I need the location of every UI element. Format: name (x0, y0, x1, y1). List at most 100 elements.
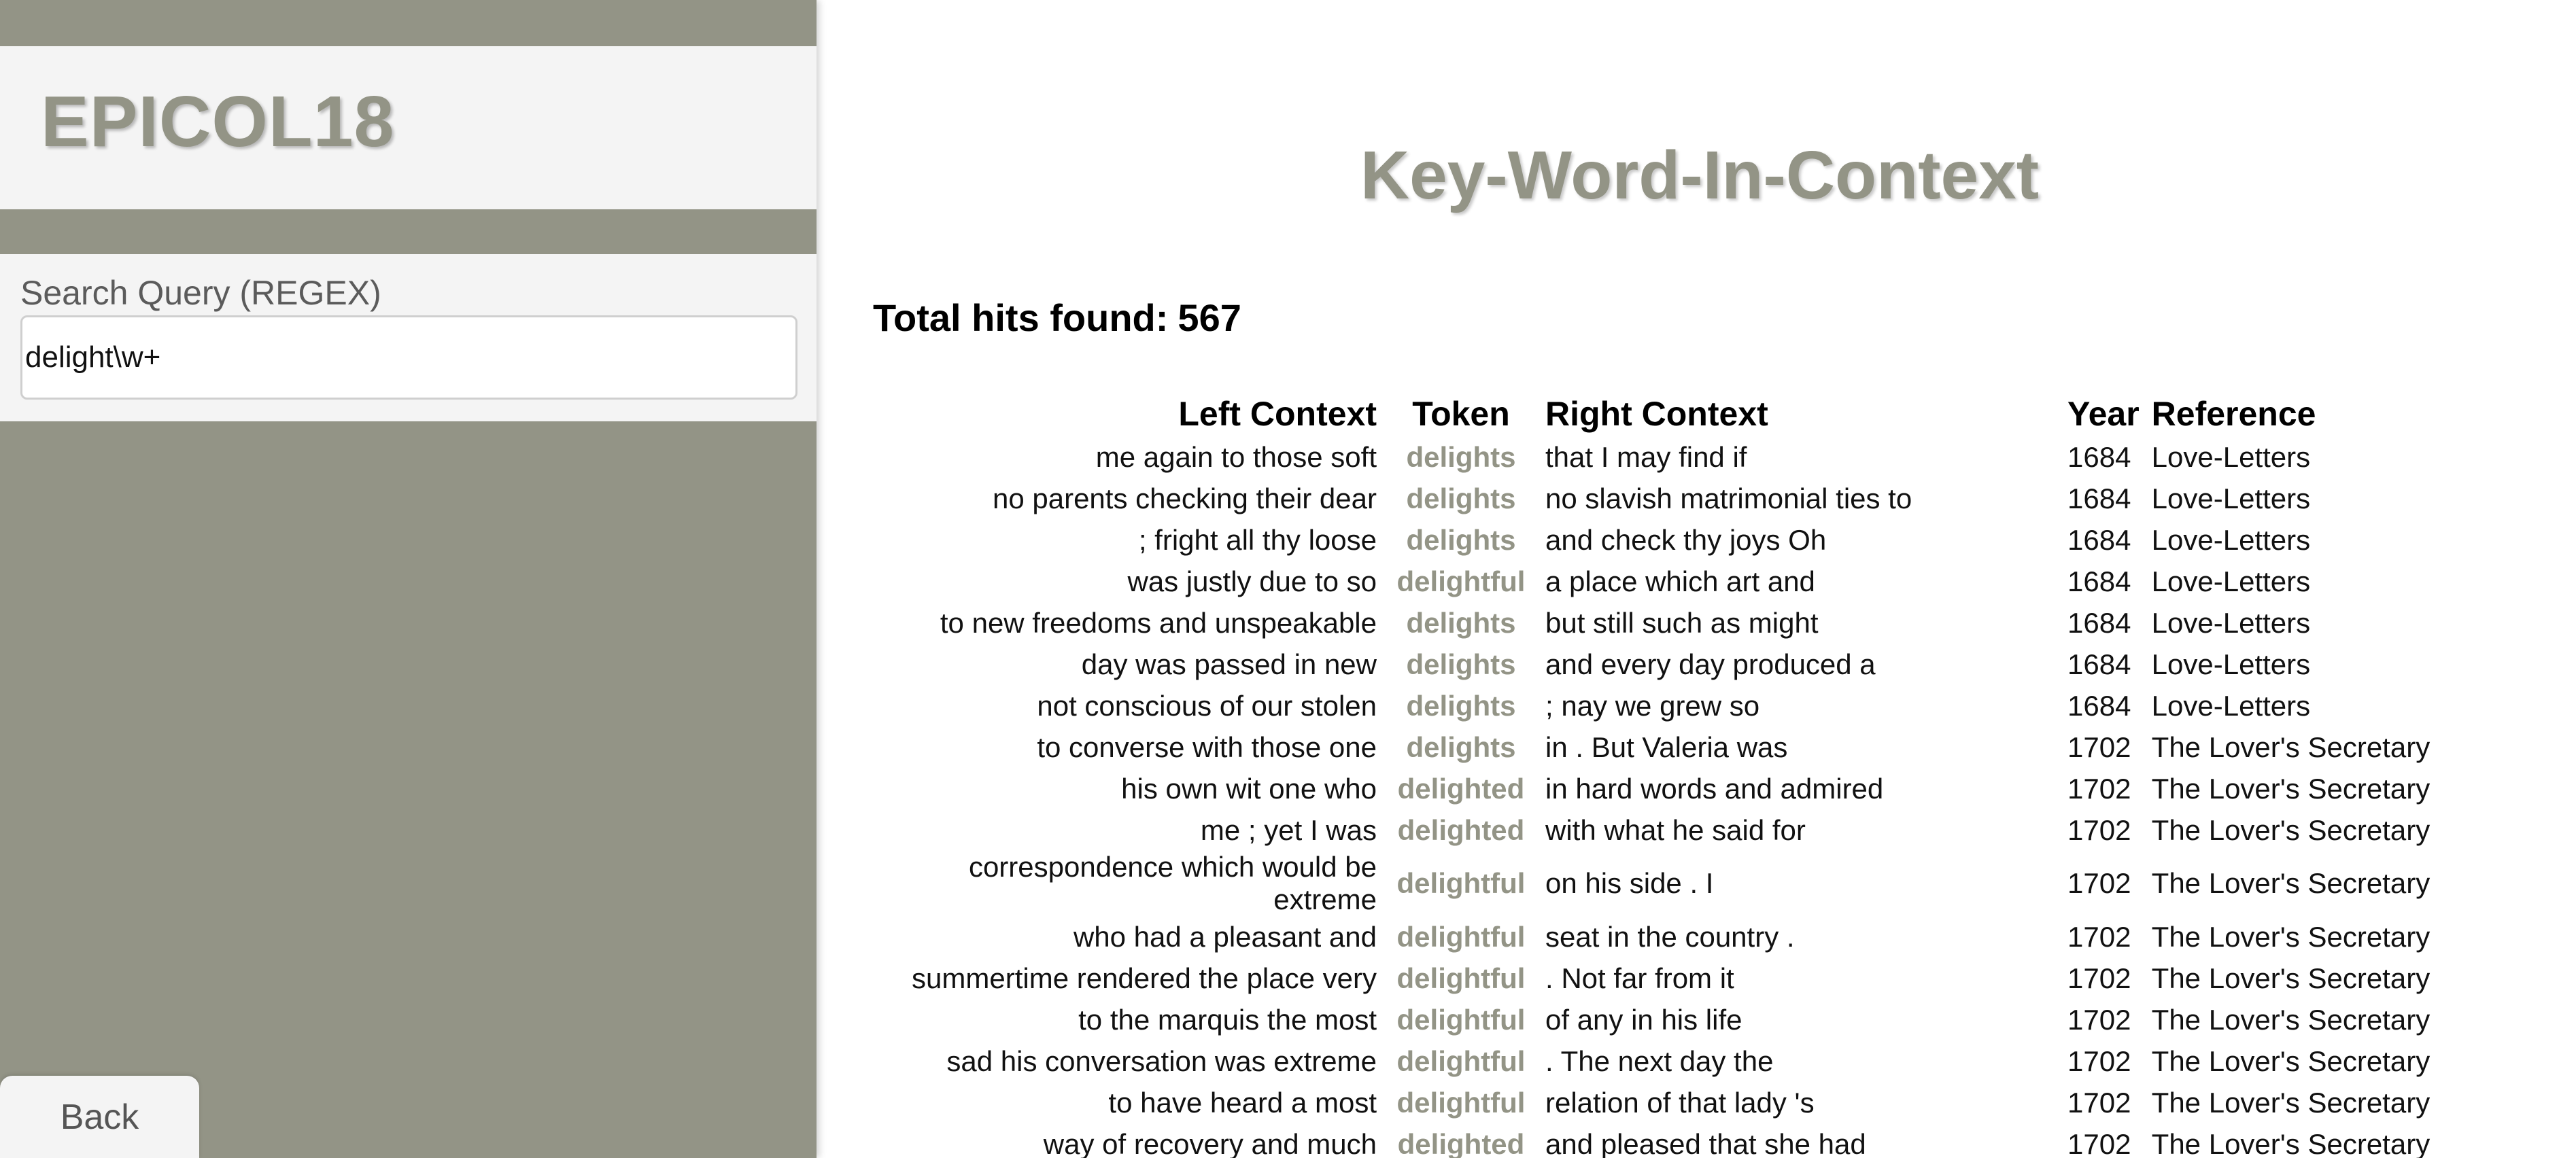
reference-cell: Love-Letters (2151, 482, 2311, 514)
header-year: Year (2067, 395, 2140, 433)
back-button[interactable]: Back (0, 1076, 199, 1158)
left-context-cell: to the marquis the most (1078, 1003, 1377, 1036)
year-cell: 1684 (2067, 689, 2131, 722)
left-context-cell: me ; yet I was (1200, 813, 1377, 846)
token-cell: delights (1406, 482, 1516, 514)
left-context-cell: to have heard a most (1108, 1086, 1377, 1119)
kwic-table: Left Context Token Right Context Year Re… (898, 385, 2501, 1158)
reference-cell: Love-Letters (2151, 440, 2311, 473)
right-context-cell: . Not far from it (1545, 962, 1734, 994)
kwic-table-body: me again to those soft delights that I may… (898, 436, 2501, 1158)
right-context-cell: no slavish matrimonial ties to (1545, 482, 1912, 514)
reference-cell: The Lover's Secretary (2151, 731, 2431, 763)
right-context-cell: in hard words and admired (1545, 772, 1884, 805)
table-row: to have heard a most delightful relation o… (898, 1082, 2501, 1123)
year-cell: 1702 (2067, 731, 2131, 763)
search-query-label: Search Query (REGEX) (20, 274, 381, 312)
reference-cell: The Lover's Secretary (2151, 962, 2431, 994)
reference-cell: Love-Letters (2151, 523, 2311, 556)
header-left-context: Left Context (1178, 395, 1377, 433)
right-context-cell: of any in his life (1545, 1003, 1742, 1036)
app-window: EPICOL18 Search Query (REGEX) Back Key-W… (0, 0, 2576, 1158)
table-row: who had a pleasant and delightful seat in … (898, 916, 2501, 958)
token-cell: delights (1406, 606, 1516, 639)
left-context-cell: sad his conversation was extreme (946, 1045, 1377, 1077)
year-cell: 1702 (2067, 962, 2131, 994)
reference-cell: The Lover's Secretary (2151, 772, 2431, 805)
year-cell: 1684 (2067, 523, 2131, 556)
right-context-cell: and every day produced a (1545, 648, 1876, 680)
total-hits-label: Total hits found: (873, 296, 1169, 339)
sidebar: EPICOL18 Search Query (REGEX) Back (0, 0, 817, 1158)
table-row: was justly due to so delightful a place wh… (898, 561, 2501, 602)
left-context-cell: correspondence which would be extreme (968, 851, 1377, 915)
year-cell: 1702 (2067, 867, 2131, 899)
year-cell: 1684 (2067, 606, 2131, 639)
token-cell: delightful (1396, 867, 1526, 899)
year-cell: 1702 (2067, 1086, 2131, 1119)
year-cell: 1702 (2067, 772, 2131, 805)
year-cell: 1702 (2067, 813, 2131, 846)
token-cell: delights (1406, 648, 1516, 680)
token-cell: delighted (1397, 1127, 1525, 1158)
reference-cell: Love-Letters (2151, 606, 2311, 639)
left-context-cell: ; fright all thy loose (1138, 523, 1377, 556)
right-context-cell: that I may find if (1545, 440, 1747, 473)
right-context-cell: with what he said for (1545, 813, 1806, 846)
table-row: summertime rendered the place very deligh… (898, 958, 2501, 999)
left-context-cell: way of recovery and much (1043, 1127, 1377, 1158)
left-context-cell: who had a pleasant and (1073, 920, 1377, 953)
header-right-context: Right Context (1545, 395, 1768, 433)
token-cell: delightful (1396, 920, 1526, 953)
reference-cell: Love-Letters (2151, 689, 2311, 722)
header-token: Token (1412, 395, 1510, 433)
token-cell: delightful (1396, 1086, 1526, 1119)
token-cell: delightful (1396, 565, 1526, 597)
left-context-cell: day was passed in new (1081, 648, 1377, 680)
reference-cell: The Lover's Secretary (2151, 1045, 2431, 1077)
right-context-cell: a place which art and (1545, 565, 1815, 597)
search-panel: Search Query (REGEX) (0, 254, 817, 421)
left-context-cell: his own wit one who (1121, 772, 1377, 805)
year-cell: 1684 (2067, 648, 2131, 680)
table-row: no parents checking their dear delights no… (898, 478, 2501, 519)
left-context-cell: summertime rendered the place very (912, 962, 1377, 994)
search-query-input[interactable] (20, 315, 797, 400)
reference-cell: The Lover's Secretary (2151, 1086, 2431, 1119)
right-context-cell: and pleased that she had (1545, 1127, 1866, 1158)
reference-cell: The Lover's Secretary (2151, 1003, 2431, 1036)
token-cell: delights (1406, 689, 1516, 722)
year-cell: 1684 (2067, 440, 2131, 473)
token-cell: delightful (1396, 962, 1526, 994)
main-content: Key-Word-In-Context Total hits found: 567… (817, 0, 2576, 1158)
token-cell: delighted (1397, 813, 1525, 846)
token-cell: delighted (1397, 772, 1525, 805)
reference-cell: The Lover's Secretary (2151, 920, 2431, 953)
reference-cell: Love-Letters (2151, 565, 2311, 597)
year-cell: 1684 (2067, 482, 2131, 514)
table-row: way of recovery and much delighted and ple… (898, 1123, 2501, 1158)
table-row: sad his conversation was extreme delightf… (898, 1040, 2501, 1082)
table-row: me again to those soft delights that I may… (898, 436, 2501, 478)
year-cell: 1702 (2067, 920, 2131, 953)
token-cell: delights (1406, 523, 1516, 556)
right-context-cell: in . But Valeria was (1545, 731, 1788, 763)
right-context-cell: seat in the country . (1545, 920, 1795, 953)
table-row: to new freedoms and unspeakable delights b… (898, 602, 2501, 644)
right-context-cell: ; nay we grew so (1545, 689, 1760, 722)
table-row: to the marquis the most delightful of any … (898, 999, 2501, 1040)
right-context-cell: relation of that lady 's (1545, 1086, 1815, 1119)
token-cell: delights (1406, 731, 1516, 763)
reference-cell: Love-Letters (2151, 648, 2311, 680)
left-context-cell: no parents checking their dear (992, 482, 1377, 514)
header-reference: Reference (2151, 395, 2316, 433)
total-hits: Total hits found: 567 (873, 299, 1241, 337)
table-row: to converse with those one delights in . B… (898, 726, 2501, 768)
page-title: Key-Word-In-Context (1360, 137, 2040, 213)
left-context-cell: to new freedoms and unspeakable (940, 606, 1377, 639)
left-context-cell: to converse with those one (1037, 731, 1377, 763)
year-cell: 1702 (2067, 1127, 2131, 1158)
left-context-cell: me again to those soft (1095, 440, 1377, 473)
brand-title: EPICOL18 (41, 82, 395, 162)
right-context-cell: and check thy joys Oh (1545, 523, 1827, 556)
